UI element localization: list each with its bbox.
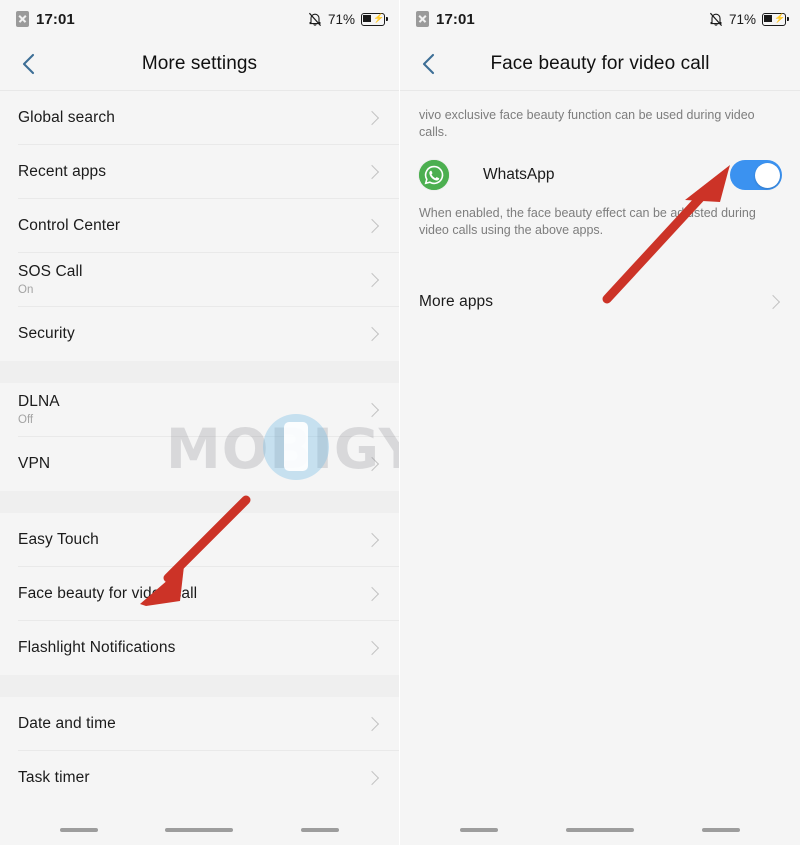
sim-missing-icon: [416, 11, 429, 27]
list-item-global-search[interactable]: Global search: [0, 91, 399, 145]
description-bottom: When enabled, the face beauty effect can…: [419, 206, 756, 237]
chevron-right-icon: [364, 164, 380, 180]
chevron-right-icon: [364, 110, 380, 126]
battery-charging-icon: ⚡: [361, 12, 388, 26]
chevron-right-icon: [364, 770, 380, 786]
list-item-sublabel: On: [18, 284, 34, 296]
status-time: 17:01: [436, 10, 475, 28]
list-item-label: VPN: [18, 455, 51, 472]
page-title-right: Face beauty for video call: [490, 53, 710, 74]
bell-muted-icon: [709, 12, 723, 27]
list-item-date-and-time[interactable]: Date and time: [0, 697, 399, 751]
list-item-flashlight-notifications[interactable]: Flashlight Notifications: [0, 621, 399, 675]
whatsapp-icon: [419, 160, 449, 190]
battery-percent-label: 71%: [728, 11, 756, 27]
chevron-right-icon: [364, 640, 380, 656]
navigation-bar-right: [400, 815, 800, 845]
home-key[interactable]: [566, 828, 634, 832]
status-bar-left-group: 17:01: [416, 11, 475, 28]
status-time: 17:01: [36, 10, 75, 28]
chevron-right-icon: [364, 716, 380, 732]
recents-key[interactable]: [59, 828, 98, 832]
chevron-right-icon: [364, 326, 380, 342]
group-separator: [0, 675, 399, 697]
list-item-label: Date and time: [18, 715, 116, 732]
left-phone-screen: 17:01 71% ⚡ More settings Global search …: [0, 0, 400, 845]
settings-list: Global search Recent apps Control Center: [0, 91, 399, 805]
recents-key[interactable]: [460, 828, 498, 832]
chevron-left-icon: [22, 53, 35, 75]
chevron-right-icon: [364, 218, 380, 234]
status-bar-right-group: 71% ⚡: [709, 11, 789, 27]
toggle-knob: [754, 162, 780, 188]
app-row-whatsapp: WhatsApp: [400, 147, 800, 203]
list-item-sos-call[interactable]: SOS Call On: [0, 253, 399, 307]
group-separator: [0, 361, 399, 383]
list-item-label: DLNA: [18, 393, 60, 410]
list-item-easy-touch[interactable]: Easy Touch: [0, 513, 399, 567]
status-bar-left: 17:01 71% ⚡: [0, 0, 399, 38]
list-item-security[interactable]: Security: [0, 307, 399, 361]
status-bar-left-group: 17:01: [16, 11, 75, 28]
list-item-label: Recent apps: [18, 163, 107, 180]
status-bar-right-group: 71% ⚡: [308, 11, 388, 27]
list-item-label: SOS Call: [18, 263, 83, 280]
more-apps-label: More apps: [419, 293, 494, 310]
battery-charging-icon: ⚡: [762, 12, 789, 26]
back-key[interactable]: [301, 828, 340, 832]
list-item-label: Task timer: [18, 769, 90, 786]
chevron-right-icon: [765, 294, 781, 310]
list-item-label: Flashlight Notifications: [18, 639, 176, 656]
list-item-label: Global search: [18, 109, 115, 126]
list-item-label: Security: [18, 325, 75, 342]
list-item-control-center[interactable]: Control Center: [0, 199, 399, 253]
page-title-left: More settings: [141, 53, 258, 74]
back-key[interactable]: [702, 828, 740, 832]
app-name-label: WhatsApp: [483, 166, 555, 183]
chevron-right-icon: [364, 586, 380, 602]
dual-screenshot-container: 17:01 71% ⚡ More settings Global search …: [0, 0, 800, 845]
face-beauty-toggle-whatsapp[interactable]: [730, 160, 782, 190]
list-item-face-beauty-for-video-call[interactable]: Face beauty for video call: [0, 567, 399, 621]
home-key[interactable]: [165, 828, 234, 832]
list-item-dlna[interactable]: DLNA Off: [0, 383, 399, 437]
description-top: vivo exclusive face beauty function can …: [419, 108, 755, 139]
battery-percent-label: 71%: [327, 11, 355, 27]
list-item-label: Control Center: [18, 217, 121, 234]
chevron-right-icon: [364, 402, 380, 418]
chevron-right-icon: [364, 532, 380, 548]
sim-missing-icon: [16, 11, 29, 27]
back-button-left[interactable]: [12, 47, 46, 81]
chevron-right-icon: [364, 272, 380, 288]
list-item-recent-apps[interactable]: Recent apps: [0, 145, 399, 199]
list-item-sublabel: Off: [18, 414, 34, 426]
list-item-label: Face beauty for video call: [18, 585, 198, 602]
right-phone-screen: 17:01 71% ⚡ Face beauty for video call v…: [400, 0, 800, 845]
title-bar-right: Face beauty for video call: [400, 38, 800, 91]
title-bar-left: More settings: [0, 38, 399, 91]
list-item-vpn[interactable]: VPN: [0, 437, 399, 491]
list-item-label: Easy Touch: [18, 531, 99, 548]
bell-muted-icon: [308, 12, 322, 27]
list-item-task-timer[interactable]: Task timer: [0, 751, 399, 805]
chevron-right-icon: [364, 456, 380, 472]
back-button-right[interactable]: [412, 47, 446, 81]
list-item-more-apps[interactable]: More apps: [400, 275, 800, 329]
status-bar-right: 17:01 71% ⚡: [400, 0, 800, 38]
group-separator: [0, 491, 399, 513]
navigation-bar-left: [0, 815, 399, 845]
chevron-left-icon: [422, 53, 435, 75]
